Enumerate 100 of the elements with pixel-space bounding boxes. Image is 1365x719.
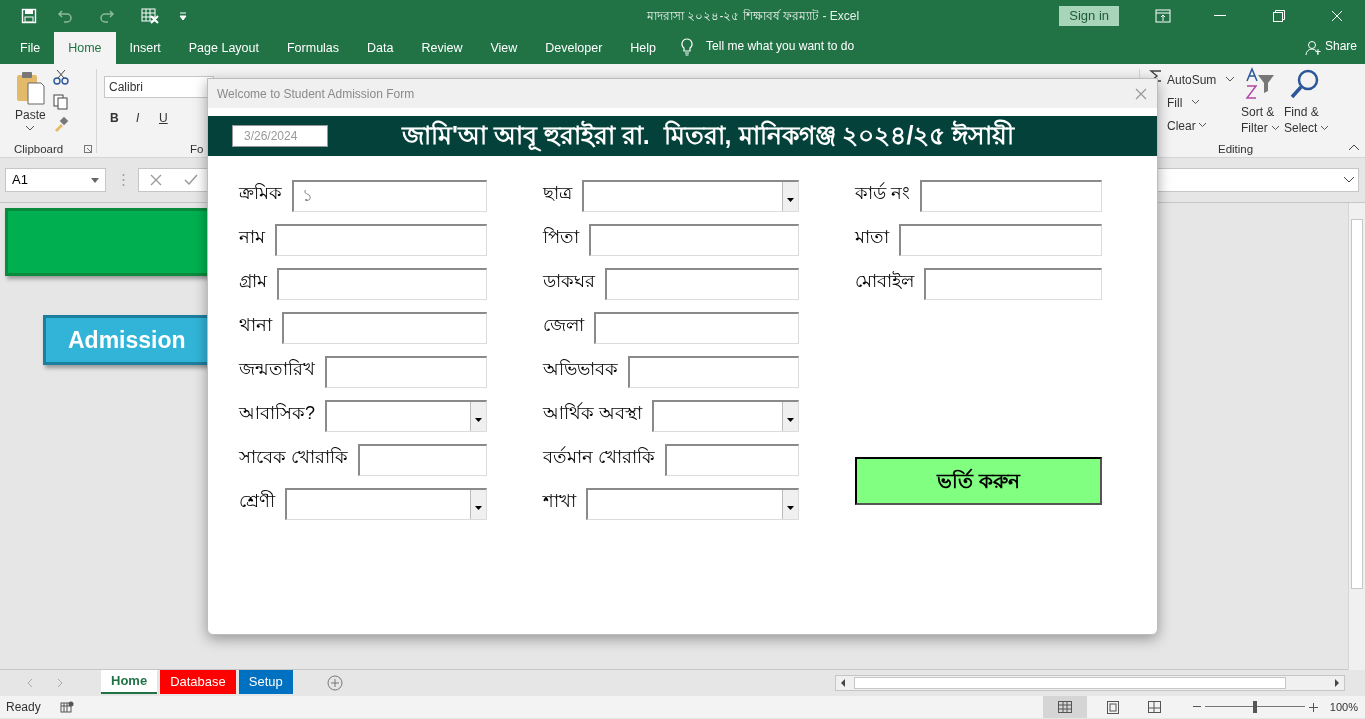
- text-field[interactable]: [665, 444, 799, 476]
- text-field[interactable]: [358, 444, 487, 476]
- group-label: Fo: [190, 142, 204, 157]
- copy-icon[interactable]: [53, 94, 69, 110]
- dialog-title: Welcome to Student Admission Form: [217, 85, 415, 103]
- group-label: Editing: [1218, 142, 1254, 157]
- sign-in-button[interactable]: Sign in: [1059, 6, 1119, 26]
- ribbon-tab[interactable]: Data: [353, 32, 408, 64]
- dropdown-field[interactable]: [582, 180, 799, 212]
- caret-icon[interactable]: [1226, 77, 1234, 82]
- slider-thumb[interactable]: [1252, 701, 1257, 713]
- field-label: শাখা: [543, 489, 576, 513]
- sort-filter-icon[interactable]: [1244, 67, 1276, 101]
- dropdown-field[interactable]: [586, 488, 799, 520]
- restore-icon[interactable]: [1273, 10, 1285, 22]
- date-field[interactable]: 3/26/2024: [232, 125, 328, 147]
- autosum-button[interactable]: AutoSum: [1167, 71, 1217, 89]
- clear-grid-icon[interactable]: [141, 8, 159, 24]
- paste-icon[interactable]: [15, 71, 45, 105]
- caret-icon[interactable]: [26, 126, 34, 131]
- ribbon-tab[interactable]: View: [476, 32, 532, 64]
- sheet-tab[interactable]: Home: [101, 670, 158, 694]
- submit-button[interactable]: ভর্তি করুন: [855, 457, 1102, 505]
- caret-icon[interactable]: [1192, 100, 1199, 104]
- dropdown-field[interactable]: [285, 488, 487, 520]
- name-box[interactable]: A1: [5, 168, 106, 192]
- window-title: মাদরাসা ২০২৪-২৫ শিক্ষাবর্ষ ফরম্যাট - Excel: [646, 8, 861, 25]
- italic-button[interactable]: I: [136, 109, 140, 127]
- dropdown-field[interactable]: [325, 400, 487, 432]
- field-label: অভিভাবক: [543, 357, 618, 381]
- macro-record-icon: [59, 701, 74, 713]
- caret-icon[interactable]: [1199, 123, 1206, 127]
- sheet-tab[interactable]: Setup: [238, 670, 293, 694]
- text-field[interactable]: [277, 268, 487, 300]
- save-icon[interactable]: [21, 8, 37, 24]
- check-icon[interactable]: [184, 174, 198, 186]
- text-field[interactable]: [275, 224, 487, 256]
- vertical-scrollbar[interactable]: [1348, 203, 1365, 670]
- redo-icon[interactable]: [99, 9, 115, 23]
- caret-icon: [1321, 126, 1329, 130]
- add-sheet-icon[interactable]: [326, 675, 343, 691]
- person-add-icon[interactable]: [1304, 40, 1321, 56]
- caret-icon: [1271, 126, 1279, 130]
- scroll-right-icon: [1334, 679, 1340, 687]
- text-field[interactable]: ১: [292, 180, 487, 212]
- customize-caret-icon[interactable]: [179, 11, 187, 21]
- cancel-icon[interactable]: [150, 174, 162, 186]
- dots-icon: [122, 173, 125, 187]
- ribbon-display-icon[interactable]: [1155, 9, 1171, 23]
- ribbon-tab[interactable]: Help: [616, 32, 671, 64]
- field-label: সাবেক খোরাকি: [239, 445, 348, 469]
- page-break-icon[interactable]: [1147, 701, 1161, 713]
- close-icon[interactable]: [1135, 87, 1147, 100]
- sort-filter-button[interactable]: Sort & Filter: [1241, 104, 1279, 136]
- fill-button[interactable]: Fill: [1167, 94, 1183, 112]
- field-label: নাম: [239, 225, 265, 249]
- font-name-field[interactable]: Calibri: [104, 76, 214, 98]
- undo-icon[interactable]: [57, 9, 73, 23]
- text-field[interactable]: [920, 180, 1102, 212]
- format-painter-icon[interactable]: [53, 116, 69, 132]
- text-field[interactable]: [325, 356, 487, 388]
- scroll-left-icon: [840, 679, 846, 687]
- minimize-icon[interactable]: [1214, 15, 1226, 17]
- scissors-icon[interactable]: [53, 69, 69, 85]
- text-field[interactable]: [589, 224, 799, 256]
- zoom-in-icon[interactable]: [1308, 702, 1318, 712]
- ribbon-tab[interactable]: Formulas: [272, 32, 354, 64]
- page-layout-icon[interactable]: [1106, 700, 1119, 714]
- field-label: আর্থিক অবস্থা: [543, 401, 642, 425]
- ribbon-tab[interactable]: File: [6, 32, 55, 64]
- ribbon-tab[interactable]: Review: [407, 32, 477, 64]
- ribbon-tab[interactable]: Page Layout: [174, 32, 273, 64]
- text-field[interactable]: [282, 312, 487, 344]
- tell-me-search[interactable]: Tell me what you want to do: [706, 37, 855, 55]
- status-text: Ready: [6, 699, 41, 716]
- ribbon-tab[interactable]: Insert: [115, 32, 175, 64]
- share-button[interactable]: Share: [1324, 37, 1357, 55]
- paste-button[interactable]: Paste: [15, 106, 46, 124]
- text-field[interactable]: [899, 224, 1102, 256]
- normal-view-icon[interactable]: [1042, 696, 1087, 718]
- horizontal-scrollbar[interactable]: [835, 675, 1345, 691]
- dialog-launcher-icon[interactable]: [84, 145, 92, 153]
- search-icon[interactable]: [1290, 68, 1320, 100]
- form-heading: জামি'আ আবূ হুরাইরা রা. মিতরা, মানিকগঞ্জ ২০২৪/২৫ ঈসায়ী: [402, 118, 1015, 154]
- expand-icon[interactable]: [1344, 177, 1354, 183]
- collapse-ribbon-icon[interactable]: [1349, 144, 1359, 150]
- text-field[interactable]: [594, 312, 799, 344]
- ribbon-tab[interactable]: Home: [54, 32, 116, 64]
- ribbon-tab[interactable]: Developer: [531, 32, 617, 64]
- field-label: জেলা: [543, 313, 584, 337]
- text-field[interactable]: [605, 268, 799, 300]
- bold-button[interactable]: B: [110, 109, 119, 127]
- sheet-tab[interactable]: Database: [160, 670, 236, 694]
- underline-button[interactable]: U: [159, 109, 168, 127]
- clear-button[interactable]: Clear: [1167, 117, 1196, 135]
- text-field[interactable]: [924, 268, 1102, 300]
- lightbulb-icon[interactable]: [680, 38, 695, 56]
- find-select-button[interactable]: Find & Select: [1284, 104, 1329, 136]
- dropdown-field[interactable]: [652, 400, 799, 432]
- text-field[interactable]: [628, 356, 799, 388]
